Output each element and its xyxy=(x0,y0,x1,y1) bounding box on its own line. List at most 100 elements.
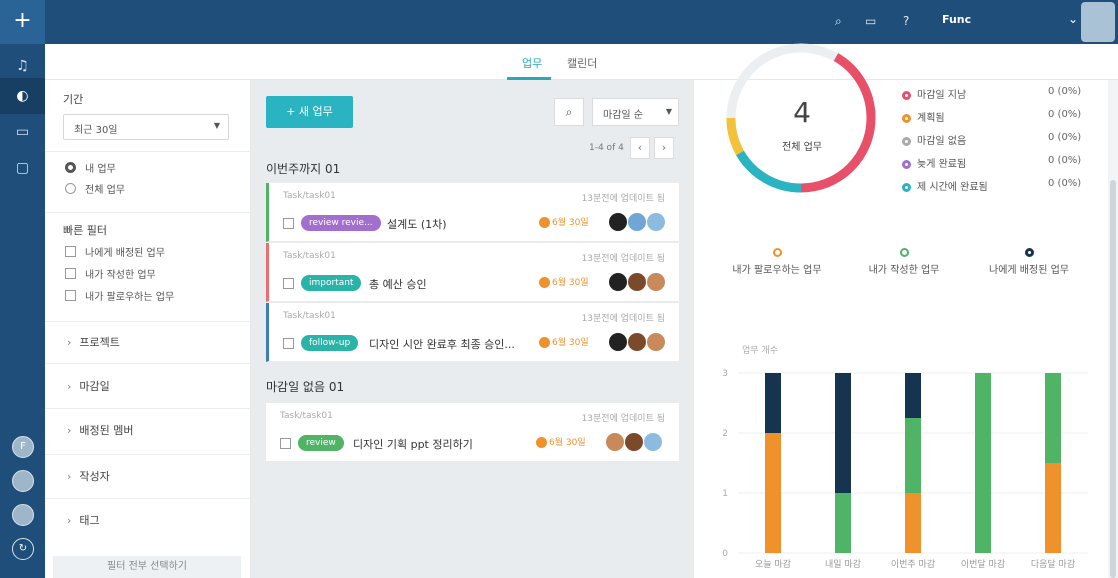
calendar-icon xyxy=(539,337,550,348)
task-checkbox[interactable] xyxy=(283,218,294,229)
category-toggle[interactable]: 나에게 배정된 업무 xyxy=(974,248,1084,276)
task-title[interactable]: 디자인 시안 완료후 최종 승인... xyxy=(369,336,515,352)
status-dot-icon xyxy=(902,182,911,192)
scope-label: 전체 업무 xyxy=(85,185,125,196)
legend-item[interactable]: 마감일 없음 xyxy=(902,132,966,147)
tasks-icon[interactable]: ◐ xyxy=(0,78,45,114)
view-tabs: 업무 캘린더 xyxy=(45,44,1118,80)
avatar xyxy=(625,433,643,451)
select-all-filters-button[interactable]: 필터 전부 선택하기 xyxy=(53,556,241,578)
chevron-right-icon: › xyxy=(67,380,72,393)
filter-panel: 기간 최근 30일 ▼ 내 업무 전체 업무 빠른 필터 나에게 배정된 업무 … xyxy=(45,80,251,578)
add-icon[interactable]: + xyxy=(0,0,45,44)
category-toggle[interactable]: 내가 작성한 업무 xyxy=(849,248,959,276)
task-card[interactable]: Task/task01 13분전에 업데이트 됨 review revie...… xyxy=(266,183,679,242)
next-page-button[interactable]: › xyxy=(654,137,674,159)
user-avatar[interactable] xyxy=(1081,2,1115,42)
scrollbar[interactable] xyxy=(1108,80,1118,578)
bar-segment[interactable] xyxy=(975,373,991,553)
task-due: 6월 30일 xyxy=(539,215,589,228)
bar-segment[interactable] xyxy=(905,493,921,553)
task-list-panel: + 새 업무 ⌕ 마감일 순 ▼ 1-4 of 4 ‹ › 이번주까지 01 T… xyxy=(251,80,694,578)
bar-segment[interactable] xyxy=(905,418,921,493)
bar-segment[interactable] xyxy=(765,433,781,553)
prev-page-button[interactable]: ‹ xyxy=(630,137,650,159)
section-due-date[interactable]: › 마감일 xyxy=(67,378,110,394)
legend-item[interactable]: 늦게 완료됨 xyxy=(902,155,966,170)
avatar[interactable] xyxy=(12,470,34,492)
folder-icon[interactable]: ▭ xyxy=(0,114,45,150)
avatar[interactable] xyxy=(12,504,34,526)
section-tag[interactable]: › 태그 xyxy=(67,512,100,528)
section-assigned-member[interactable]: › 배정된 멤버 xyxy=(67,422,134,438)
task-title[interactable]: 디자인 기획 ppt 정리하기 xyxy=(353,436,473,452)
task-checkbox[interactable] xyxy=(283,338,294,349)
message-icon[interactable]: ▭ xyxy=(865,14,876,28)
search-icon[interactable]: ⌕ xyxy=(554,98,584,126)
task-tag[interactable]: important xyxy=(301,275,362,291)
task-tag[interactable]: follow-up xyxy=(301,335,359,351)
category-dot-icon xyxy=(1024,248,1034,257)
scrollbar-thumb[interactable] xyxy=(1110,180,1116,578)
chevron-down-icon[interactable]: ⌄ xyxy=(1068,12,1078,26)
quick-filter-checkbox[interactable] xyxy=(65,246,76,257)
category-toggle[interactable]: 내가 팔로우하는 업무 xyxy=(722,248,832,276)
legend-value: 0 (0%) xyxy=(1048,132,1082,143)
task-checkbox[interactable] xyxy=(283,278,294,289)
group-title: 이번주까지 01 xyxy=(266,162,341,176)
refresh-icon[interactable]: ↻ xyxy=(12,538,34,560)
task-checkbox[interactable] xyxy=(280,438,291,449)
new-task-button[interactable]: + 새 업무 xyxy=(266,96,353,128)
section-label: 프로젝트 xyxy=(79,336,120,349)
task-tag[interactable]: review xyxy=(298,435,344,451)
quick-filter-option: 나에게 배정된 업무 xyxy=(85,248,165,259)
avatar[interactable]: F xyxy=(12,436,34,458)
tab-tasks[interactable]: 업무 xyxy=(522,55,542,71)
status-dot-icon xyxy=(902,113,911,123)
legend-item[interactable]: 마감일 지남 xyxy=(902,86,966,101)
divider xyxy=(45,498,251,499)
user-name[interactable]: Func xyxy=(942,13,971,26)
legend-label: 계획됨 xyxy=(917,113,945,124)
bar-segment[interactable] xyxy=(905,373,921,418)
section-project[interactable]: › 프로젝트 xyxy=(67,334,120,350)
group-title: 마감일 없음 01 xyxy=(266,380,345,394)
y-tick-label: 0 xyxy=(722,549,728,559)
task-due: 6월 30일 xyxy=(536,435,586,448)
bar-segment[interactable] xyxy=(835,373,851,493)
radio-all-tasks[interactable] xyxy=(65,183,76,194)
bar-segment[interactable] xyxy=(765,373,781,433)
task-title[interactable]: 총 예산 승인 xyxy=(369,276,427,292)
task-card[interactable]: Task/task01 13분전에 업데이트 됨 important 총 예산 … xyxy=(266,243,679,302)
bar-segment[interactable] xyxy=(1045,373,1061,463)
section-author[interactable]: › 작성자 xyxy=(67,468,110,484)
chat-icon[interactable]: ▢ xyxy=(0,150,45,186)
search-icon[interactable]: ⌕ xyxy=(835,14,842,29)
legend-item[interactable]: 제 시간에 완료됨 xyxy=(902,178,988,193)
radio-my-tasks[interactable] xyxy=(65,162,76,173)
bar-segment[interactable] xyxy=(835,493,851,553)
chevron-right-icon: › xyxy=(67,424,72,437)
avatar xyxy=(647,213,665,231)
quick-filter-checkbox[interactable] xyxy=(65,290,76,301)
task-title[interactable]: 설계도 (1차) xyxy=(387,216,447,232)
task-card[interactable]: Task/task01 13분전에 업데이트 됨 follow-up 디자인 시… xyxy=(266,303,679,362)
bar-segment[interactable] xyxy=(1045,463,1061,553)
task-card[interactable]: Task/task01 13분전에 업데이트 됨 review 디자인 기획 p… xyxy=(266,403,679,462)
task-updated: 13분전에 업데이트 됨 xyxy=(581,414,665,424)
period-select[interactable]: 최근 30일 ▼ xyxy=(63,114,229,140)
due-date: 6월 30일 xyxy=(552,338,589,348)
assignees xyxy=(609,213,666,233)
legend-label: 마감일 지남 xyxy=(917,90,967,101)
task-tag[interactable]: review revie... xyxy=(301,215,381,231)
avatar xyxy=(609,273,627,291)
sort-select[interactable]: 마감일 순 ▼ xyxy=(592,98,679,126)
avatar xyxy=(647,273,665,291)
category-dot-icon xyxy=(899,248,909,257)
help-icon[interactable]: ? xyxy=(903,14,909,28)
tab-calendar[interactable]: 캘린더 xyxy=(567,55,597,71)
stats-panel: 4 전체 업무 마감일 지남 0 (0%) 계획됨 0 (0%) 마감일 없음 … xyxy=(694,43,1108,578)
quick-filter-checkbox[interactable] xyxy=(65,268,76,279)
divider xyxy=(45,408,251,409)
legend-item[interactable]: 계획됨 xyxy=(902,109,945,124)
